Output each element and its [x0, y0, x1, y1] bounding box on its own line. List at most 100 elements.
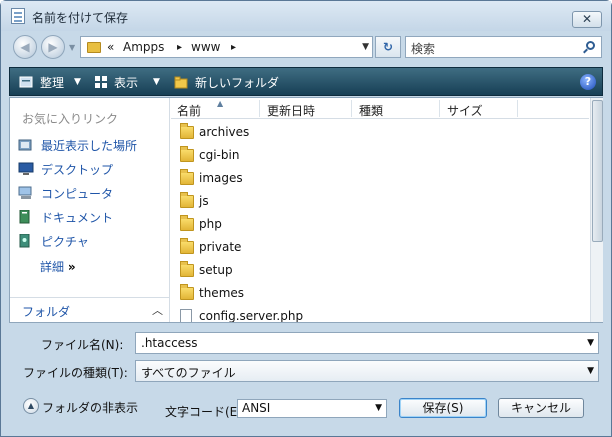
- list-item[interactable]: php: [177, 214, 577, 236]
- list-item[interactable]: cgi-bin: [177, 145, 577, 167]
- more-label: 詳細: [40, 260, 65, 274]
- favorite-item-documents[interactable]: ドキュメント: [18, 208, 168, 228]
- chevron-up-icon[interactable]: ︿: [152, 302, 163, 318]
- encoding-label: 文字コード(E):: [165, 405, 246, 419]
- cancel-button[interactable]: キャンセル: [498, 398, 584, 418]
- navigation-pane: お気に入りリンク 最近表示した場所 デスクトップ コンピュータ ドキュメント ピ…: [10, 98, 170, 322]
- favorite-item-label: ピクチャ: [41, 235, 89, 249]
- column-divider[interactable]: [351, 100, 352, 117]
- chevron-down-icon[interactable]: ▼: [587, 338, 594, 348]
- close-button[interactable]: ✕: [572, 11, 602, 28]
- address-bar[interactable]: « Ampps ▸ www ▸ ▼: [80, 36, 373, 58]
- folder-icon: [180, 192, 194, 208]
- breadcrumb-www[interactable]: www: [191, 40, 220, 54]
- filetype-select[interactable]: すべてのファイル ▼: [135, 360, 599, 382]
- favorite-item-label: コンピュータ: [41, 187, 114, 201]
- favorite-links-title: お気に入りリンク: [22, 112, 119, 126]
- chevron-down-icon[interactable]: ▼: [587, 366, 594, 376]
- organize-button[interactable]: 整理: [40, 74, 64, 91]
- list-item[interactable]: private: [177, 237, 577, 259]
- notepad-icon: [11, 8, 25, 24]
- collapse-icon[interactable]: ▲: [23, 398, 39, 414]
- save-as-dialog: 名前を付けて保存 ✕ ◀ ▶ ▼ « Ampps ▸ www ▸ ▼ ↻ 検索 …: [0, 0, 612, 437]
- browser-pane: お気に入りリンク 最近表示した場所 デスクトップ コンピュータ ドキュメント ピ…: [9, 97, 603, 323]
- list-item[interactable]: images: [177, 168, 577, 190]
- item-name: images: [199, 171, 243, 185]
- list-item[interactable]: setup: [177, 260, 577, 282]
- breadcrumb-separator[interactable]: ▸: [177, 42, 182, 53]
- column-divider[interactable]: [439, 100, 440, 117]
- new-folder-button[interactable]: 新しいフォルダ: [195, 74, 279, 91]
- list-item[interactable]: archives: [177, 122, 577, 144]
- filename-input[interactable]: .htaccess ▼: [135, 332, 599, 354]
- file-icon: [180, 309, 192, 322]
- column-divider[interactable]: [517, 100, 518, 117]
- favorite-item-label: ドキュメント: [41, 211, 114, 225]
- views-button[interactable]: 表示: [114, 74, 138, 91]
- double-chevron-icon: »: [67, 260, 76, 274]
- breadcrumb-overflow[interactable]: «: [107, 40, 114, 54]
- sort-ascending-icon: ▲: [217, 99, 224, 108]
- computer-icon: [18, 186, 32, 199]
- column-header: 名前 ▲ 更新日時 種類 サイズ: [171, 98, 589, 119]
- views-dropdown-icon[interactable]: ▼: [153, 77, 160, 87]
- refresh-button[interactable]: ↻: [375, 36, 401, 58]
- filetype-label: ファイルの種類(T):: [23, 366, 128, 380]
- breadcrumb-separator[interactable]: ▸: [231, 42, 236, 53]
- favorite-item-pictures[interactable]: ピクチャ: [18, 232, 168, 252]
- folder-icon: [87, 42, 101, 53]
- command-toolbar: 整理 ▼ 表示 ▼ 新しいフォルダ ?: [9, 67, 603, 96]
- column-type[interactable]: 種類: [359, 102, 383, 118]
- file-list: 名前 ▲ 更新日時 種類 サイズ archives cgi-bin images …: [171, 98, 589, 322]
- column-modified[interactable]: 更新日時: [267, 102, 315, 118]
- folder-icon: [180, 284, 194, 300]
- favorite-item-label: 最近表示した場所: [41, 139, 138, 153]
- column-size[interactable]: サイズ: [447, 102, 483, 118]
- search-placeholder: 検索: [411, 42, 436, 56]
- pictures-icon: [19, 234, 30, 248]
- item-name: js: [199, 194, 209, 208]
- encoding-select[interactable]: ANSI ▼: [237, 399, 387, 418]
- window-title: 名前を付けて保存: [32, 11, 129, 25]
- forward-button[interactable]: ▶: [41, 35, 65, 59]
- item-name: cgi-bin: [199, 148, 240, 162]
- item-name: setup: [199, 263, 233, 277]
- recent-places-icon: [18, 139, 32, 151]
- recent-pages-dropdown-icon[interactable]: ▼: [69, 43, 75, 52]
- scrollbar-thumb[interactable]: [592, 100, 603, 242]
- column-divider[interactable]: [259, 100, 260, 117]
- item-name: private: [199, 240, 242, 254]
- more-links[interactable]: 詳細 »: [40, 258, 76, 275]
- folder-icon: [180, 146, 194, 162]
- back-button[interactable]: ◀: [13, 35, 37, 59]
- favorite-item-recent-places[interactable]: 最近表示した場所: [18, 136, 168, 156]
- filename-label: ファイル名(N):: [41, 338, 124, 352]
- views-icon: [95, 76, 107, 88]
- title-bar[interactable]: 名前を付けて保存 ✕: [1, 1, 611, 31]
- save-button[interactable]: 保存(S): [399, 398, 487, 418]
- help-icon[interactable]: ?: [580, 74, 596, 90]
- folder-tree-header[interactable]: フォルダ ︿: [10, 297, 169, 322]
- folder-icon: [180, 238, 194, 254]
- chevron-down-icon[interactable]: ▼: [362, 42, 369, 52]
- vertical-scrollbar[interactable]: [590, 98, 603, 322]
- favorite-item-computer[interactable]: コンピュータ: [18, 184, 168, 204]
- filename-value: .htaccess: [141, 336, 198, 350]
- search-icon[interactable]: [586, 41, 595, 50]
- chevron-down-icon[interactable]: ▼: [375, 403, 382, 413]
- new-folder-icon: [174, 76, 188, 89]
- folder-icon: [180, 215, 194, 231]
- list-item[interactable]: themes: [177, 283, 577, 305]
- list-item[interactable]: config.server.php: [177, 306, 577, 322]
- hide-folders-label[interactable]: フォルダの非表示: [42, 399, 138, 416]
- folder-icon: [180, 261, 194, 277]
- folder-tree-label: フォルダ: [22, 305, 71, 319]
- favorite-item-label: デスクトップ: [41, 163, 114, 177]
- search-input[interactable]: 検索: [405, 36, 602, 58]
- organize-icon: [19, 76, 33, 88]
- breadcrumb-ampps[interactable]: Ampps: [123, 40, 164, 54]
- column-name[interactable]: 名前 ▲: [177, 99, 223, 118]
- organize-dropdown-icon[interactable]: ▼: [74, 77, 81, 87]
- list-item[interactable]: js: [177, 191, 577, 213]
- favorite-item-desktop[interactable]: デスクトップ: [18, 160, 168, 180]
